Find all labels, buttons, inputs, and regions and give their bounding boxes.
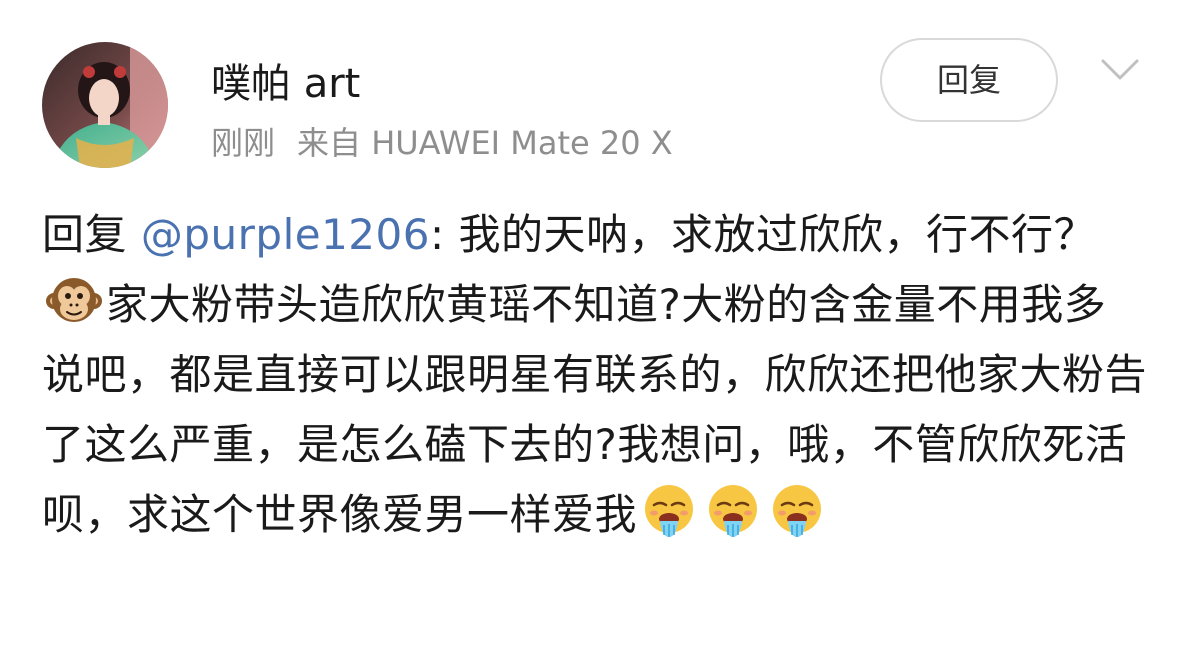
chevron-down-icon[interactable] [1100, 56, 1140, 84]
avatar-image [42, 42, 168, 168]
comment-card: 噗帕 art 刚刚 来自 HUAWEI Mate 20 X 回复 回复 @purp… [0, 0, 1179, 648]
comment-body: 回复 @purple1206: 我的天呐，求放过欣欣，行不行？ 家大粉带头造欣欣… [42, 200, 1147, 550]
username[interactable]: 噗帕 art [211, 60, 360, 108]
avatar[interactable] [42, 42, 168, 168]
comment-text-part2: 家大粉带头造欣欣黄瑶不知道?大粉的含金量不用我多说吧，都是直接可以跟明星有联系的… [42, 280, 1148, 539]
drooling-face-emoji [773, 485, 822, 537]
comment-text-part1: : 我的天呐，求放过欣欣，行不行？ [429, 210, 1096, 259]
monkey-face-emoji [46, 278, 102, 322]
mention-link[interactable]: @purple1206 [141, 210, 430, 259]
device-source: 来自 HUAWEI Mate 20 X [297, 124, 673, 162]
drooling-face-emoji [645, 485, 694, 537]
comment-meta: 刚刚 来自 HUAWEI Mate 20 X [211, 122, 673, 164]
reply-prefix: 回复 [42, 210, 141, 259]
timestamp: 刚刚 [211, 124, 276, 162]
drooling-face-emoji [709, 485, 758, 537]
reply-button[interactable]: 回复 [880, 38, 1058, 122]
